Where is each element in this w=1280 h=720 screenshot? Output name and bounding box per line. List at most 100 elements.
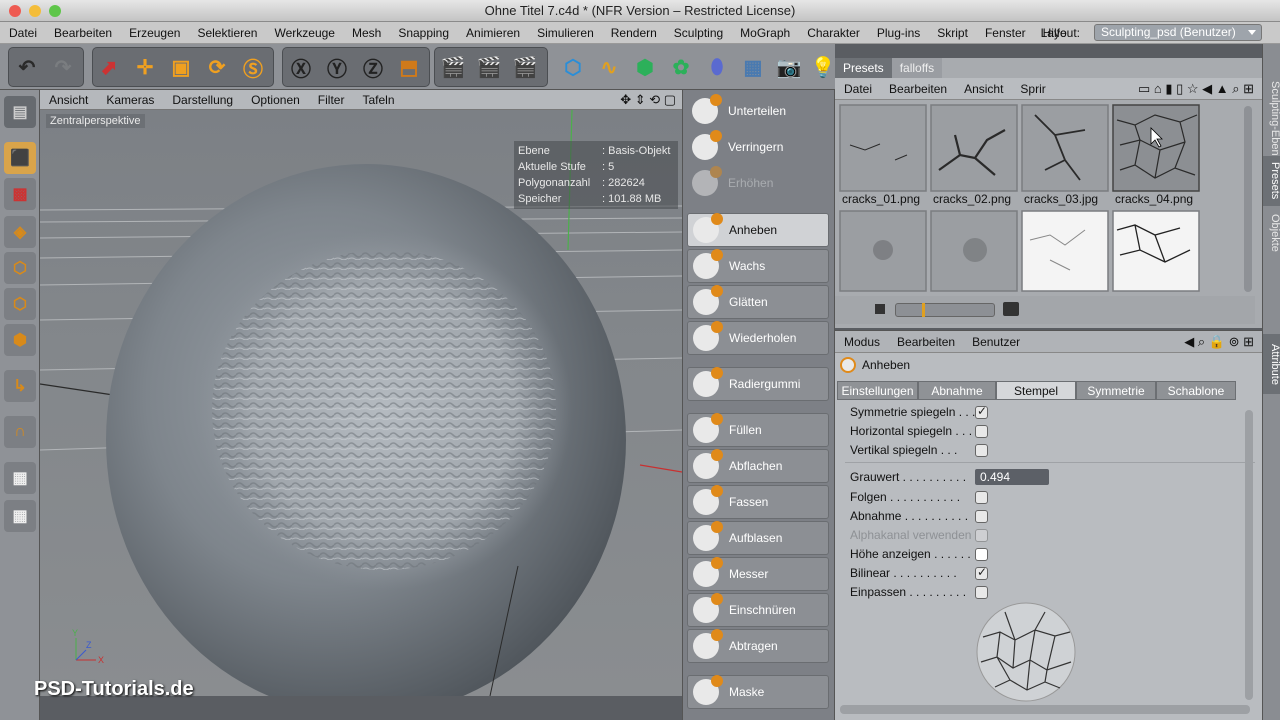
axis-mode-icon[interactable]: ↳ — [4, 370, 36, 402]
polygons-mode-icon[interactable]: ⬢ — [4, 324, 36, 356]
zoom-window-button[interactable] — [49, 5, 61, 17]
viewport-options-icon[interactable]: ▤ — [4, 96, 36, 128]
small-thumbs-icon[interactable] — [875, 304, 885, 314]
mograph-cloner-icon[interactable]: ✿ — [664, 50, 698, 84]
side-tab-attribute[interactable]: Attribute — [1263, 334, 1280, 394]
checkbox-einpassen[interactable] — [975, 585, 988, 599]
attr-tab-abnahme[interactable]: Abnahme — [918, 381, 996, 400]
menu-erzeugen[interactable]: Erzeugen — [120, 26, 188, 40]
menu-snapping[interactable]: Snapping — [389, 26, 457, 40]
attr-menu-modus[interactable]: Modus — [835, 335, 888, 349]
snap-magnet-icon[interactable]: ∩ — [4, 416, 36, 448]
render-settings-icon[interactable]: 🎬 — [508, 50, 542, 84]
presets-scrollbar[interactable] — [1244, 106, 1252, 292]
move-icon[interactable]: ✛ — [128, 50, 162, 84]
brush-fuellen[interactable]: Füllen — [687, 413, 829, 447]
menu-werkzeuge[interactable]: Werkzeuge — [265, 26, 342, 40]
presets-menu-datei[interactable]: Datei — [835, 82, 880, 96]
points-mode-icon[interactable]: ⬡ — [4, 252, 36, 284]
brush-abtragen[interactable]: Abtragen — [687, 629, 829, 663]
vp-menu-ansicht[interactable]: Ansicht — [40, 93, 97, 107]
brush-verringern[interactable]: Verringern — [687, 130, 829, 164]
lock-workplane-icon[interactable]: ▦ — [4, 462, 36, 494]
brush-radiergummi[interactable]: Radiergummi — [687, 367, 829, 401]
cube-object-icon[interactable]: ⬡ — [556, 50, 590, 84]
planar-workplane-icon[interactable]: ▦ — [4, 500, 36, 532]
coordinate-system-icon[interactable]: ⬒ — [392, 50, 426, 84]
checkbox-abnahme[interactable] — [975, 509, 988, 523]
rotate-icon[interactable]: ⟳ — [200, 50, 234, 84]
thumb-preset-08[interactable] — [1112, 210, 1200, 292]
presets-menu-ansicht[interactable]: Ansicht — [955, 82, 1011, 96]
menu-rendern[interactable]: Rendern — [602, 26, 665, 40]
brush-unterteilen[interactable]: Unterteilen — [687, 94, 829, 128]
brush-anheben[interactable]: Anheben — [687, 213, 829, 247]
brush-fassen[interactable]: Fassen — [687, 485, 829, 519]
brush-aufblasen[interactable]: Aufblasen — [687, 521, 829, 555]
camera-icon[interactable]: 📷 — [772, 50, 806, 84]
menu-mograph[interactable]: MoGraph — [731, 26, 798, 40]
attr-tab-einstellungen[interactable]: Einstellungen — [837, 381, 918, 400]
z-axis-icon[interactable]: Ⓩ — [356, 50, 390, 84]
menu-plugins[interactable]: Plug-ins — [868, 26, 928, 40]
checkbox-vertikal-spiegeln[interactable] — [975, 443, 988, 457]
thumb-preset-07[interactable] — [1021, 210, 1109, 292]
thumb-cracks-01[interactable] — [839, 104, 927, 192]
deformer-icon[interactable]: ⬮ — [700, 50, 734, 84]
brush-wiederholen[interactable]: Wiederholen — [687, 321, 829, 355]
sculpt-brush-icon[interactable]: Ⓢ — [236, 50, 270, 84]
tab-presets[interactable]: Presets — [835, 58, 892, 78]
grauwert-input[interactable]: 0.494 — [975, 469, 1049, 485]
attributes-scrollbar[interactable] — [1245, 410, 1253, 700]
floor-scene-icon[interactable]: ▦ — [736, 50, 770, 84]
brush-einschnueren[interactable]: Einschnüren — [687, 593, 829, 627]
spline-icon[interactable]: ∿ — [592, 50, 626, 84]
presets-toolbar-icons[interactable]: ▭ ⌂ ▮ ▯ ☆ ◀ ▲ ⌕ ⊞ — [1129, 81, 1262, 97]
nurbs-icon[interactable]: ⬢ — [628, 50, 662, 84]
select-cursor-icon[interactable]: ⬈ — [92, 50, 126, 84]
menu-animieren[interactable]: Animieren — [457, 26, 528, 40]
attr-tab-schablone[interactable]: Schablone — [1156, 381, 1236, 400]
viewport-nav-icons[interactable]: ✥ ⇕ ⟲ ▢ — [614, 92, 682, 108]
brush-glaetten[interactable]: Glätten — [687, 285, 829, 319]
make-editable-icon[interactable]: ⬛ — [4, 142, 36, 174]
menu-simulieren[interactable]: Simulieren — [528, 26, 602, 40]
large-thumbs-icon[interactable] — [1003, 302, 1019, 316]
brush-maske[interactable]: Maske — [687, 675, 829, 709]
edges-mode-icon[interactable]: ⬡ — [4, 288, 36, 320]
render-picture-viewer-icon[interactable]: 🎬 — [472, 50, 506, 84]
y-axis-icon[interactable]: Ⓨ — [320, 50, 354, 84]
vp-menu-kameras[interactable]: Kameras — [97, 93, 163, 107]
vp-menu-filter[interactable]: Filter — [309, 93, 354, 107]
side-tab-presets[interactable]: Presets — [1263, 156, 1280, 206]
attr-toolbar-icons[interactable]: ◀ ⌕ 🔒 ⊚ ⊞ — [1175, 334, 1262, 350]
side-tab-objekte[interactable]: Objekte — [1263, 208, 1280, 258]
tab-falloffs[interactable]: falloffs — [891, 58, 943, 78]
checkbox-bilinear[interactable] — [975, 565, 988, 580]
checkbox-folgen[interactable] — [975, 490, 988, 504]
menu-charakter[interactable]: Charakter — [798, 26, 868, 40]
menu-skript[interactable]: Skript — [928, 26, 976, 40]
attr-tab-symmetrie[interactable]: Symmetrie — [1076, 381, 1156, 400]
attr-menu-benutzer[interactable]: Benutzer — [963, 335, 1028, 349]
checkbox-alphakanal[interactable] — [975, 528, 988, 542]
menu-selektieren[interactable]: Selektieren — [188, 26, 265, 40]
thumb-size-slider[interactable] — [895, 303, 995, 317]
scale-icon[interactable]: ▣ — [164, 50, 198, 84]
brush-erhoehen[interactable]: Erhöhen — [687, 166, 829, 200]
thumb-cracks-02[interactable] — [930, 104, 1018, 192]
x-axis-icon[interactable]: Ⓧ — [284, 50, 318, 84]
texture-mode-icon[interactable]: ▩ — [4, 178, 36, 210]
presets-menu-bearbeiten[interactable]: Bearbeiten — [880, 82, 955, 96]
redo-icon[interactable]: ↷ — [46, 50, 80, 84]
layout-dropdown[interactable]: Sculpting_psd (Benutzer) — [1094, 24, 1262, 41]
checkbox-horizontal-spiegeln[interactable] — [975, 424, 988, 438]
thumb-cracks-03[interactable] — [1021, 104, 1109, 192]
menu-sculpting[interactable]: Sculpting — [665, 26, 731, 40]
menu-datei[interactable]: Datei — [0, 26, 45, 40]
workplane-icon[interactable]: ◈ — [4, 216, 36, 248]
menu-fenster[interactable]: Fenster — [976, 26, 1034, 40]
minimize-window-button[interactable] — [29, 5, 41, 17]
attr-menu-bearbeiten[interactable]: Bearbeiten — [888, 335, 963, 349]
checkbox-symmetrie-spiegeln[interactable] — [975, 404, 988, 419]
